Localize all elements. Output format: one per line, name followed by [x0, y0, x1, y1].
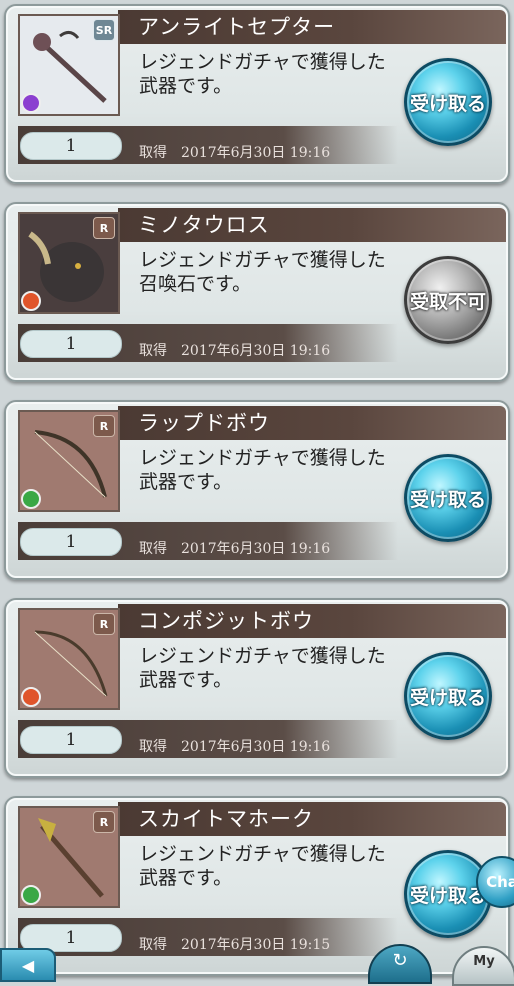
element-icon — [21, 291, 41, 311]
item-thumbnail: R — [18, 806, 120, 908]
rarity-badge: R — [93, 217, 115, 239]
element-icon — [21, 489, 41, 509]
item-name: スカイトマホーク — [138, 807, 314, 831]
item-description: レジェンドガチャで獲得した召喚石です。 — [139, 249, 386, 295]
item-description: レジェンドガチャで獲得した武器です。 — [139, 51, 386, 97]
rarity-badge: R — [93, 811, 115, 833]
quantity-badge: 1 — [20, 726, 122, 754]
present-card: スカイトマホーク R レジェンドガチャで獲得した武器です。 1 取得 2017年… — [4, 796, 510, 976]
quantity-badge: 1 — [20, 528, 122, 556]
receive-button[interactable]: 受け取る — [404, 652, 492, 740]
receive-button[interactable]: 受け取る — [404, 58, 492, 146]
item-name: ラップドボウ — [138, 411, 270, 435]
item-thumbnail: SR — [18, 14, 120, 116]
reload-icon: ↻ — [392, 950, 408, 971]
quantity-badge: 1 — [20, 132, 122, 160]
obtained-date: 取得 2017年6月30日 19:16 — [139, 343, 331, 359]
receive-button[interactable]: 受け取る — [404, 454, 492, 542]
rarity-badge: R — [93, 613, 115, 635]
back-button[interactable]: ◀ — [0, 948, 56, 982]
obtained-date: 取得 2017年6月30日 19:16 — [139, 145, 331, 161]
obtained-date: 取得 2017年6月30日 19:16 — [139, 739, 331, 755]
item-description: レジェンドガチャで獲得した武器です。 — [139, 843, 386, 889]
obtained-date: 取得 2017年6月30日 19:16 — [139, 541, 331, 557]
element-icon — [21, 93, 41, 113]
item-name: ミノタウロス — [138, 213, 270, 237]
item-name: コンポジットボウ — [138, 609, 314, 633]
present-card: アンライトセプター SR レジェンドガチャで獲得した武器です。 1 取得 201… — [4, 4, 510, 184]
present-card: ミノタウロス R レジェンドガチャで獲得した召喚石です。 1 取得 2017年6… — [4, 202, 510, 382]
present-card: コンポジットボウ R レジェンドガチャで獲得した武器です。 1 取得 2017年… — [4, 598, 510, 778]
item-thumbnail: R — [18, 212, 120, 314]
rarity-badge: R — [93, 415, 115, 437]
element-icon — [21, 687, 41, 707]
item-thumbnail: R — [18, 410, 120, 512]
present-card: ラップドボウ R レジェンドガチャで獲得した武器です。 1 取得 2017年6月… — [4, 400, 510, 580]
item-name: アンライトセプター — [138, 15, 336, 39]
element-icon — [21, 885, 41, 905]
item-thumbnail: R — [18, 608, 120, 710]
rarity-badge: SR — [93, 19, 115, 41]
obtained-date: 取得 2017年6月30日 19:15 — [139, 937, 331, 953]
item-description: レジェンドガチャで獲得した武器です。 — [139, 645, 386, 691]
item-description: レジェンドガチャで獲得した武器です。 — [139, 447, 386, 493]
receive-disabled-button[interactable]: 受取不可 — [404, 256, 492, 344]
quantity-badge: 1 — [20, 330, 122, 358]
